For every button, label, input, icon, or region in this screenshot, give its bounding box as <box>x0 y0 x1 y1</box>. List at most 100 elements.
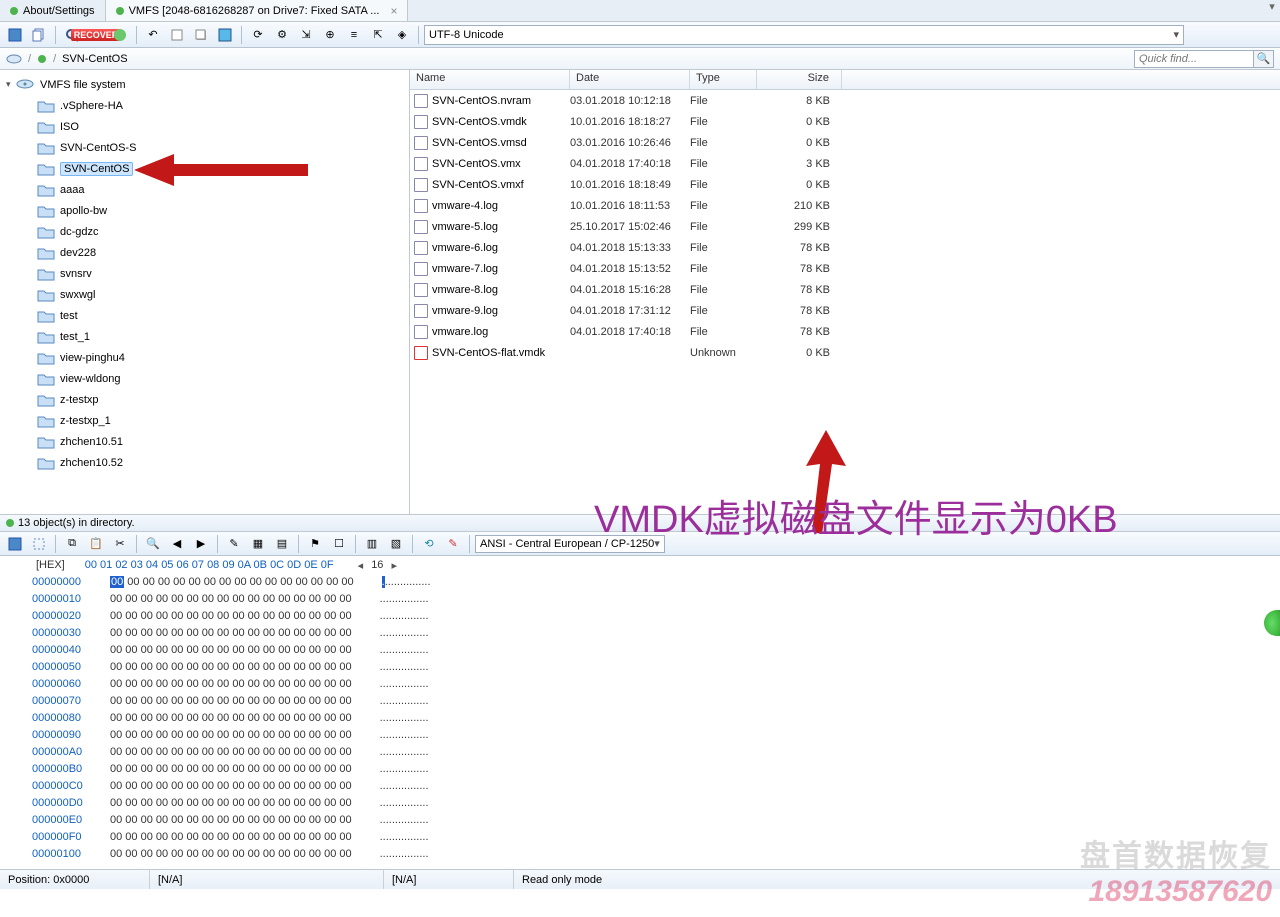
tree-item[interactable]: test <box>6 305 409 326</box>
file-row[interactable]: SVN-CentOS.vmx04.01.2018 17:40:18File3 K… <box>410 153 1280 174</box>
tree-item[interactable]: apollo-bw <box>6 200 409 221</box>
tree-item[interactable]: dev228 <box>6 242 409 263</box>
file-row[interactable]: SVN-CentOS.nvram03.01.2018 10:12:18File8… <box>410 90 1280 111</box>
hex-icon[interactable]: ▥ <box>361 533 383 555</box>
hex2-icon[interactable]: ▧ <box>385 533 407 555</box>
copy-icon[interactable] <box>28 24 50 46</box>
layout-icon[interactable] <box>214 24 236 46</box>
save-icon[interactable] <box>4 533 26 555</box>
tree-item[interactable]: zhchen10.51 <box>6 431 409 452</box>
tab-bar: About/Settings VMFS [2048-6816268287 on … <box>0 0 1280 22</box>
flag-icon[interactable]: ⚑ <box>304 533 326 555</box>
tree-item[interactable]: test_1 <box>6 326 409 347</box>
file-row[interactable]: vmware-7.log04.01.2018 15:13:52File78 KB <box>410 258 1280 279</box>
collapse-icon[interactable]: ▾ <box>6 79 16 90</box>
disk-icon[interactable] <box>6 52 22 66</box>
close-icon[interactable]: × <box>390 4 397 18</box>
main-split: ▾ VMFS file system .vSphere-HAISOSVN-Cen… <box>0 70 1280 514</box>
forward-icon[interactable]: ▶ <box>190 533 212 555</box>
file-date: 04.01.2018 17:40:18 <box>570 326 690 338</box>
tree-item[interactable]: z-testxp <box>6 389 409 410</box>
tree-item[interactable]: swxwgl <box>6 284 409 305</box>
tree-item[interactable]: SVN-CentOS-S <box>6 137 409 158</box>
col-name[interactable]: Name <box>410 70 570 89</box>
quick-find-input[interactable] <box>1134 50 1254 68</box>
shadow-icon[interactable] <box>190 24 212 46</box>
file-icon <box>414 136 428 150</box>
hex-view[interactable]: 0000000000 00 00 00 00 00 00 00 00 00 00… <box>0 574 1280 863</box>
copy-icon[interactable]: ⧉ <box>61 533 83 555</box>
file-row[interactable]: vmware-8.log04.01.2018 15:16:28File78 KB <box>410 279 1280 300</box>
tag-icon[interactable]: ◈ <box>391 24 413 46</box>
list-icon[interactable]: ≡ <box>343 24 365 46</box>
pencil-icon[interactable]: ✎ <box>442 533 464 555</box>
file-row[interactable]: vmware.log04.01.2018 17:40:18File78 KB <box>410 321 1280 342</box>
block2-icon[interactable]: ▤ <box>271 533 293 555</box>
file-row[interactable]: vmware-4.log10.01.2016 18:11:53File210 K… <box>410 195 1280 216</box>
mark-icon[interactable]: ☐ <box>328 533 350 555</box>
tree-item[interactable]: view-pinghu4 <box>6 347 409 368</box>
tab-dropdown-icon[interactable]: ▾ <box>1264 0 1280 21</box>
tab-about-settings[interactable]: About/Settings <box>0 0 106 21</box>
action-icon[interactable] <box>109 24 131 46</box>
hex-line: 000000D000 00 00 00 00 00 00 00 00 00 00… <box>32 795 1280 812</box>
tree-item[interactable]: SVN-CentOS <box>6 158 409 179</box>
tab-vmfs[interactable]: VMFS [2048-6816268287 on Drive7: Fixed S… <box>106 0 409 21</box>
export-icon[interactable]: ⇱ <box>367 24 389 46</box>
file-size: 78 KB <box>757 284 842 296</box>
file-row[interactable]: vmware-6.log04.01.2018 15:13:33File78 KB <box>410 237 1280 258</box>
breadcrumb-current[interactable]: SVN-CentOS <box>62 53 127 65</box>
search-icon[interactable]: 🔍 <box>142 533 164 555</box>
block-icon[interactable]: ▦ <box>247 533 269 555</box>
hex-toolbar: ⧉ 📋 ✂ 🔍 ◀ ▶ ✎ ▦ ▤ ⚑ ☐ ▥ ▧ ⟲ ✎ ANSI - Cen… <box>0 532 1280 556</box>
tree-item[interactable]: zhchen10.52 <box>6 452 409 473</box>
file-date: 10.01.2016 18:18:27 <box>570 116 690 128</box>
col-type[interactable]: Type <box>690 70 757 89</box>
recover-button[interactable]: RECOVER <box>85 24 107 46</box>
undo-icon[interactable]: ↶ <box>142 24 164 46</box>
file-size: 78 KB <box>757 263 842 275</box>
tree-item[interactable]: dc-gdzc <box>6 221 409 242</box>
col-date[interactable]: Date <box>570 70 690 89</box>
tree-item[interactable]: .vSphere-HA <box>6 95 409 116</box>
tool-icon[interactable]: ⇲ <box>295 24 317 46</box>
prev-width-icon[interactable]: ◂ <box>358 559 364 572</box>
tree-item-label: view-wldong <box>60 373 121 385</box>
edit-icon[interactable]: ✎ <box>223 533 245 555</box>
cut-icon[interactable]: ✂ <box>109 533 131 555</box>
save-icon[interactable] <box>4 24 26 46</box>
gear-icon[interactable]: ⚙ <box>271 24 293 46</box>
search-button[interactable]: 🔍 <box>1254 50 1274 68</box>
tree-item[interactable]: aaaa <box>6 179 409 200</box>
paste-icon[interactable]: 📋 <box>85 533 107 555</box>
tree-root-node[interactable]: ▾ VMFS file system <box>6 74 409 95</box>
tree-item[interactable]: ISO <box>6 116 409 137</box>
tool2-icon[interactable]: ⊕ <box>319 24 341 46</box>
hex-encoding-select[interactable]: ANSI - Central European / CP-1250 ▾ <box>475 535 665 553</box>
tree-item[interactable]: svnsrv <box>6 263 409 284</box>
file-date: 04.01.2018 15:13:33 <box>570 242 690 254</box>
col-size[interactable]: Size <box>757 70 842 89</box>
tree-item-label: dev228 <box>60 247 96 259</box>
folder-icon <box>36 371 56 387</box>
hex-line: 000000A000 00 00 00 00 00 00 00 00 00 00… <box>32 744 1280 761</box>
folder-icon <box>36 413 56 429</box>
file-row[interactable]: SVN-CentOS.vmsd03.01.2016 10:26:46File0 … <box>410 132 1280 153</box>
file-row[interactable]: vmware-9.log04.01.2018 17:31:12File78 KB <box>410 300 1280 321</box>
file-row[interactable]: vmware-5.log25.10.2017 15:02:46File299 K… <box>410 216 1280 237</box>
tree-item[interactable]: view-wldong <box>6 368 409 389</box>
refresh-icon[interactable]: ⟳ <box>247 24 269 46</box>
file-row[interactable]: SVN-CentOS.vmdk10.01.2016 18:18:27File0 … <box>410 111 1280 132</box>
next-width-icon[interactable]: ▸ <box>391 559 397 572</box>
file-row[interactable]: SVN-CentOS-flat.vmdkUnknown0 KB <box>410 342 1280 363</box>
file-size: 78 KB <box>757 305 842 317</box>
file-row[interactable]: SVN-CentOS.vmxf10.01.2016 18:18:49File0 … <box>410 174 1280 195</box>
tree-item[interactable]: z-testxp_1 <box>6 410 409 431</box>
tree-item-label: swxwgl <box>60 289 95 301</box>
back-icon[interactable]: ◀ <box>166 533 188 555</box>
reload-icon[interactable]: ⟲ <box>418 533 440 555</box>
encoding-select[interactable]: UTF-8 Unicode ▾ <box>424 25 1184 45</box>
select-icon[interactable] <box>28 533 50 555</box>
chevron-down-icon: ▾ <box>1173 28 1179 41</box>
window-icon[interactable] <box>166 24 188 46</box>
